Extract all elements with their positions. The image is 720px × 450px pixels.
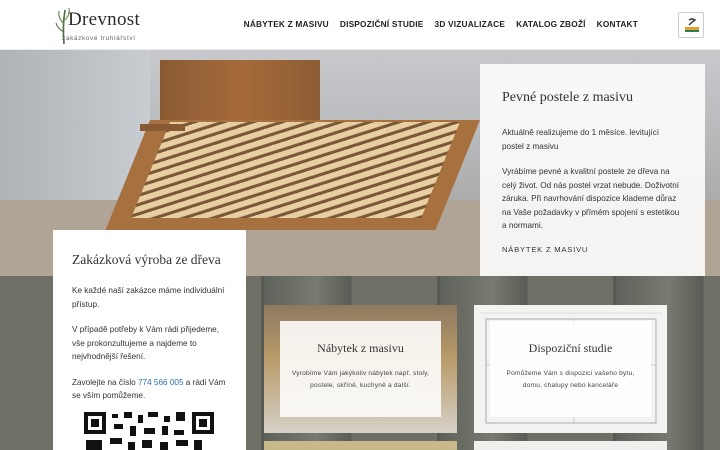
nav-item-dispozicni-studie[interactable]: DISPOZIČNÍ STUDIE <box>340 19 424 29</box>
intro-title: Zakázková výroba ze dřeva <box>72 252 221 267</box>
call-prefix: Zavolejte na číslo <box>72 377 138 387</box>
logo-text: Drevnost <box>68 9 141 30</box>
nav-item-3d-vizualizace[interactable]: 3D VIZUALIZACE <box>435 19 506 29</box>
hero-paragraph-1: Aktuálně realizujeme do 1 měsíce. levitu… <box>502 128 660 151</box>
intro-paragraph-2: V případě potřeby k Vám rádi přijedeme, … <box>72 325 219 361</box>
hero-text-panel: Pevné postele z masivu Aktuálně realizuj… <box>480 64 705 276</box>
service-text: Vyrobíme Vám jakýkoliv nábytek např. sto… <box>291 370 430 389</box>
nav-item-katalog[interactable]: KATALOG ZBOŽÍ <box>516 19 586 29</box>
phone-link[interactable]: 774 566 005 <box>138 378 184 387</box>
service-card-partial <box>474 441 667 450</box>
service-card-dispozicni-studie[interactable]: Dispoziční studie Pomůžeme Vám s dispozi… <box>474 305 667 433</box>
service-text: Pomůžeme Vám s dispozicí vašeho bytu, do… <box>506 370 635 389</box>
service-card-partial <box>264 441 457 450</box>
site-header: Drevnost zakázkové truhlářství NÁBYTEK Z… <box>0 0 720 50</box>
nav-item-nabytek[interactable]: NÁBYTEK Z MASIVU <box>244 19 329 29</box>
intro-paragraph-3: Zavolejte na číslo 774 566 005 a rádi Vá… <box>72 376 227 403</box>
logo-subtitle: zakázkové truhlářství <box>62 35 136 42</box>
service-title: Nábytek z masivu <box>317 341 404 355</box>
hero-photo-nightstand <box>140 124 185 131</box>
shop-badge-icon <box>685 18 699 32</box>
service-title: Dispoziční studie <box>528 341 613 355</box>
qr-code-icon[interactable] <box>84 412 214 450</box>
hero-title: Pevné postele z masivu <box>502 90 634 105</box>
service-card-panel: Dispoziční studie Pomůžeme Vám s dispozi… <box>490 321 651 417</box>
logo[interactable]: Drevnost zakázkové truhlářství <box>54 4 140 46</box>
hero-paragraph-2: Vyrábíme pevné a kvalitní postele ze dře… <box>502 167 680 230</box>
service-card-panel: Nábytek z masivu Vyrobíme Vám jakýkoliv … <box>280 321 441 417</box>
intro-paragraph-1: Ke každé naší zakázce máme individuální … <box>72 286 225 309</box>
hero-link-nabytek[interactable]: NÁBYTEK Z MASIVU <box>502 245 683 254</box>
main-nav: NÁBYTEK Z MASIVU DISPOZIČNÍ STUDIE 3D VI… <box>244 19 638 29</box>
service-card-nabytek[interactable]: Nábytek z masivu Vyrobíme Vám jakýkoliv … <box>264 305 457 433</box>
nav-item-kontakt[interactable]: KONTAKT <box>597 19 638 29</box>
shop-button[interactable] <box>678 12 704 38</box>
hero-photo-bed-slats <box>131 122 460 218</box>
